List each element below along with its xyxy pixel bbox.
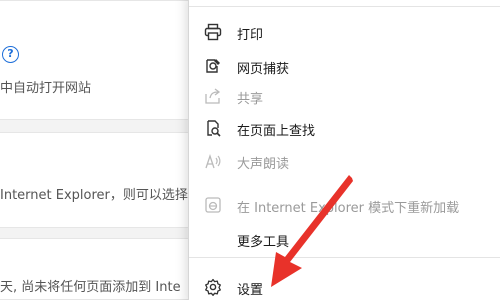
web-capture-icon — [206, 59, 220, 73]
menu-item-share[interactable]: 共享 — [189, 81, 500, 111]
menu-item-label: 大声朗读 — [237, 157, 290, 172]
menu-item-label: 在 Internet Explorer 模式下重新加载 — [237, 201, 460, 216]
settings-icon — [205, 278, 221, 296]
menu-divider — [189, 6, 500, 7]
ie-compat-text: Internet Explorer，则可以选择 — [0, 188, 188, 203]
menu-item-ie-mode[interactable]: 在 Internet Explorer 模式下重新加载 — [189, 190, 500, 220]
menu-item-more-tools[interactable]: 更多工具 — [189, 224, 500, 254]
print-icon — [204, 23, 222, 41]
menu-item-label: 共享 — [237, 92, 264, 107]
menu-item-find-on-page[interactable]: 在页面上查找 — [189, 113, 500, 143]
ie-pages-text: 天, 尚未将任何页面添加到 Inte — [0, 280, 181, 295]
find-on-page-icon — [207, 120, 221, 137]
menu-item-read-aloud[interactable]: 大声朗读 — [189, 146, 500, 176]
menu-item-label: 网页捕获 — [237, 62, 290, 77]
menu-item-label: 设置 — [237, 283, 264, 298]
menu-item-label: 打印 — [237, 28, 264, 43]
read-aloud-icon — [205, 153, 221, 169]
browser-context-menu: 打印 网页捕获 共享 在页面上查找 大声朗读 在 Internet Explor… — [188, 0, 500, 300]
ie-mode-icon — [205, 197, 221, 213]
menu-item-label: 在页面上查找 — [237, 124, 316, 139]
share-icon — [205, 88, 221, 104]
menu-item-print[interactable]: 打印 — [189, 17, 500, 47]
menu-item-web-capture[interactable]: 网页捕获 — [189, 51, 500, 81]
menu-divider — [189, 257, 500, 258]
help-icon[interactable]: ? — [2, 46, 19, 63]
startup-text: 中自动打开网站 — [0, 81, 92, 96]
menu-item-label: 更多工具 — [237, 235, 290, 250]
menu-item-settings[interactable]: 设置 — [189, 272, 500, 300]
